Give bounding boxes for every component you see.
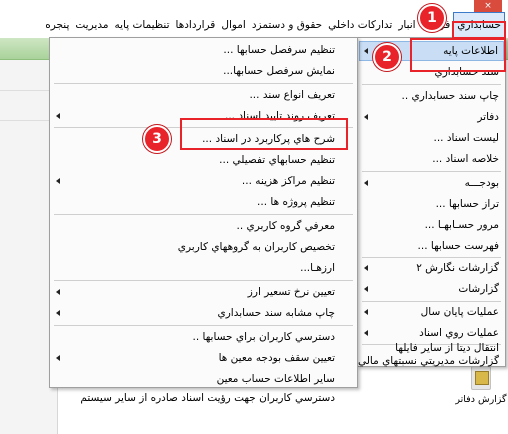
close-button[interactable]: × — [474, 0, 502, 12]
submenu-item-cost-centers[interactable]: تنظيم مراكز هزينه ... — [64, 171, 335, 191]
submenu-arrow-icon — [364, 309, 368, 315]
submenu-item-print-similar[interactable]: چاپ مشابه سند حسابداري — [64, 303, 335, 323]
menu-contracts[interactable]: قراردادها — [173, 12, 219, 38]
annotation-box-2 — [410, 38, 506, 72]
submenu-item-assign-users[interactable]: تخصيص كاربران به گروههاي كاربري — [64, 237, 335, 257]
separator — [54, 280, 353, 281]
submenu-arrow-icon — [56, 310, 60, 316]
submenu-item-budget-ceiling[interactable]: تعيين سقف بودجه معين ها — [64, 348, 335, 368]
separator — [362, 84, 501, 85]
submenu-arrow-icon — [364, 330, 368, 336]
report-icon — [471, 366, 491, 390]
menu-item-voucher-list[interactable]: ليست اسناد ... — [372, 128, 500, 148]
report-shortcut[interactable]: گزارش دفاتر — [455, 366, 507, 405]
menu-window[interactable]: پنجره — [42, 12, 72, 38]
submenu-item-other-info[interactable]: ساير اطلاعات حساب معين — [64, 369, 335, 389]
submenu-arrow-icon — [364, 180, 368, 186]
submenu-item-projects[interactable]: تنظيم پروژه ها ... — [64, 192, 335, 212]
menu-item-budget[interactable]: بودجـــه — [372, 173, 499, 193]
submenu-arrow-icon — [56, 289, 60, 295]
menu-base-settings[interactable]: تنظيمات پايه — [111, 12, 172, 38]
submenu-item-view-other-systems[interactable]: دسترسي كاربران جهت رؤيت اسناد صادره از س… — [64, 390, 335, 406]
menu-item-year-end[interactable]: عمليات پايان سال — [372, 302, 499, 322]
submenu-arrow-icon — [56, 355, 60, 361]
menu-item-account-list[interactable]: فهرست حسابها ... — [372, 236, 499, 256]
menu-item-reports[interactable]: گزارشات — [372, 279, 499, 299]
annotation-box-1 — [452, 21, 506, 39]
report-shortcut-label: گزارش دفاتر — [455, 394, 507, 405]
menu-item-print-voucher[interactable]: چاپ سند حسابداري .. — [372, 86, 499, 106]
annotation-badge-3: 3 — [143, 125, 171, 153]
submenu-item-show-headings[interactable]: نمايش سرفصل حسابها... — [64, 61, 335, 81]
accounting-dropdown: اطلاعات پايه سند حسابداري چاپ سند حسابدا… — [357, 37, 506, 367]
submenu-item-user-groups[interactable]: معرفي گروه كاربري .. — [64, 216, 335, 236]
annotation-badge-2: 2 — [373, 43, 401, 71]
screen: × حسابداري فروش انبار تداركات داخلي حقوق… — [0, 0, 508, 434]
submenu-arrow-icon — [56, 178, 60, 184]
menu-item-trial-balance[interactable]: تراز حسابها ... — [372, 194, 499, 214]
separator — [362, 171, 501, 172]
submenu-arrow-icon — [364, 286, 368, 292]
separator — [54, 325, 353, 326]
submenu-item-account-access[interactable]: دسترسي كاربران براي حسابها .. — [64, 327, 336, 347]
submenu-arrow-icon — [56, 113, 60, 119]
submenu-arrow-icon — [364, 48, 368, 54]
submenu-arrow-icon — [364, 265, 368, 271]
menu-item-ledgers[interactable]: دفاتر — [372, 107, 499, 127]
menu-item-account-review[interactable]: مرور حسـابهـا ... — [372, 215, 499, 235]
separator — [54, 214, 353, 215]
menu-assets[interactable]: اموال — [218, 12, 249, 38]
submenu-arrow-icon — [364, 114, 368, 120]
annotation-box-3 — [180, 118, 348, 150]
menu-management[interactable]: مديريت — [72, 12, 111, 38]
annotation-badge-1: 1 — [418, 4, 446, 32]
menu-warehouse[interactable]: انبار — [395, 12, 418, 38]
submenu-item-set-headings[interactable]: تنظيم سرفصل حسابها ... — [64, 40, 335, 60]
menu-item-reports-v2[interactable]: گزارشات نگارش ۲ — [372, 258, 499, 278]
menu-internal-procurement[interactable]: تداركات داخلي — [325, 12, 395, 38]
submenu-item-voucher-types[interactable]: تعريف انواع سند ... — [64, 85, 335, 105]
submenu-item-currencies[interactable]: ارزهـا... — [64, 258, 335, 278]
menu-item-financial-ratios[interactable]: گزارشات مديريتي نسبتهاي مالي — [358, 354, 499, 368]
separator — [54, 83, 353, 84]
base-info-submenu: تنظيم سرفصل حسابها ... نمايش سرفصل حسابه… — [49, 37, 358, 404]
menu-item-voucher-summary[interactable]: خلاصه اسناد ... — [372, 149, 499, 169]
menu-payroll[interactable]: حقوق و دستمزد — [249, 12, 325, 38]
submenu-item-exchange-rate[interactable]: تعيين نرخ تسعير ارز — [64, 282, 335, 302]
submenu-item-detail-accounts[interactable]: تنظيم حسابهاي تفصيلي ... — [64, 150, 335, 170]
